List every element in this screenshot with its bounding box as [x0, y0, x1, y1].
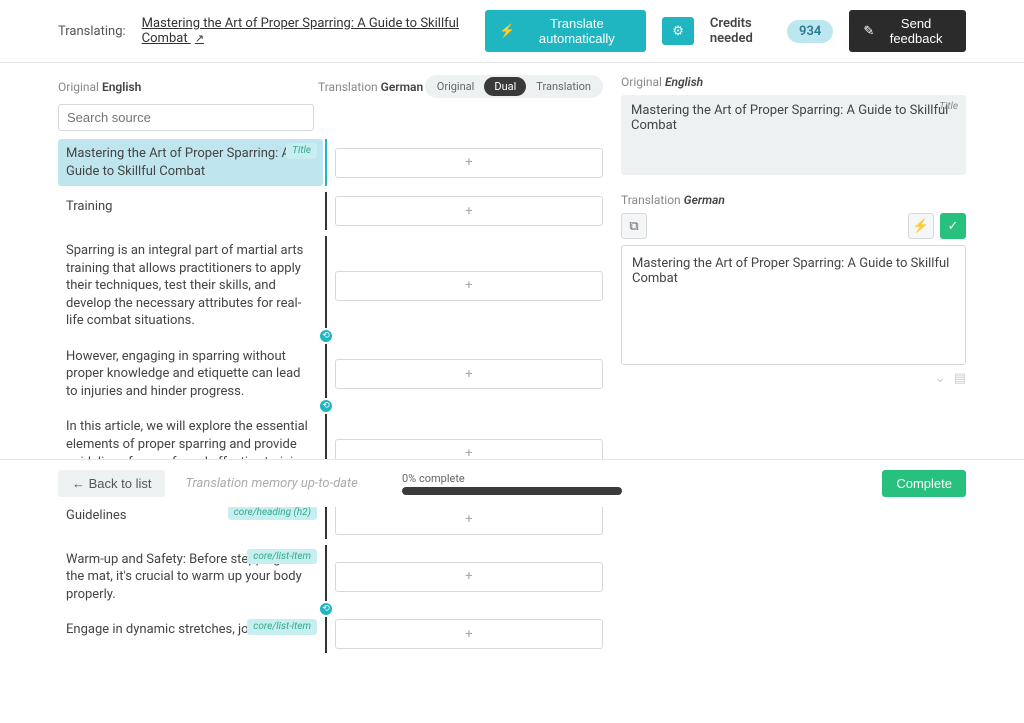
document-title-link[interactable]: Mastering the Art of Proper Sparring: A … — [142, 16, 470, 46]
bolt-icon: ⚡ — [499, 23, 515, 39]
detail-translation-area: Translation German ⧉ ⚡ ✓ Mastering the A… — [621, 193, 966, 386]
target-input[interactable]: + — [335, 505, 603, 535]
target-cell: + — [329, 545, 603, 610]
target-input[interactable]: + — [335, 148, 603, 178]
target-cell: + — [329, 342, 603, 407]
credits-label: Credits needed — [710, 16, 777, 46]
segment-row[interactable]: However, engaging in sparring without pr… — [58, 342, 603, 407]
original-header: Original English — [58, 80, 318, 94]
translation-footer-icons: ⌄ ▤ — [621, 371, 966, 386]
segments-list: Mastering the Art of Proper Sparring: A … — [58, 139, 603, 653]
segment-tag: core/list-item — [247, 549, 317, 565]
search-input[interactable] — [58, 104, 314, 131]
view-translation[interactable]: Translation — [526, 77, 601, 96]
target-cell: + — [329, 615, 603, 653]
segment-tag: core/list-item — [247, 619, 317, 635]
translate-automatically-button[interactable]: ⚡ Translate automatically — [485, 10, 646, 52]
target-input[interactable]: + — [335, 562, 603, 592]
progress-indicator: 0% complete — [402, 472, 622, 495]
segment-tag: Title — [286, 143, 317, 159]
copy-source-button[interactable]: ⧉ — [621, 213, 647, 239]
credits-display: Credits needed 934 — [710, 16, 833, 46]
settings-button[interactable]: ⚙ — [662, 17, 694, 45]
target-input[interactable]: + — [335, 271, 603, 301]
auto-translate-segment-button[interactable]: ⚡ — [908, 213, 934, 239]
source-cell[interactable]: However, engaging in sparring without pr… — [58, 342, 323, 407]
column-divider — [323, 139, 329, 186]
complete-button[interactable]: Complete — [882, 470, 966, 497]
source-text: Guidelines — [66, 508, 127, 523]
source-cell[interactable]: Training — [58, 192, 323, 230]
target-cell: + — [329, 192, 603, 230]
source-cell[interactable]: Engage in dynamic stretches, jointcore/l… — [58, 615, 323, 653]
send-feedback-button[interactable]: ✎ Send feedback — [849, 10, 966, 52]
column-divider: ⟲ — [323, 236, 329, 336]
source-text: Mastering the Art of Proper Sparring: A … — [66, 146, 290, 179]
segment-row[interactable]: Warm-up and Safety: Before stepping onto… — [58, 545, 603, 610]
segment-row[interactable]: Sparring is an integral part of martial … — [58, 236, 603, 336]
bolt-icon: ⚡ — [913, 219, 929, 234]
detail-original-header: Original English — [621, 75, 966, 89]
segment-row[interactable]: Training + — [58, 192, 603, 230]
target-input[interactable]: + — [335, 359, 603, 389]
view-toggle: Original Dual Translation — [425, 75, 603, 98]
copy-icon: ⧉ — [629, 219, 638, 234]
translating-label: Translating: — [58, 24, 126, 39]
column-divider — [323, 615, 329, 653]
target-cell: + — [329, 236, 603, 336]
bottom-bar: ← Back to list Translation memory up-to-… — [0, 459, 1024, 507]
translation-memory-status: Translation memory up-to-date — [185, 476, 357, 491]
detail-original-tag: Title — [939, 101, 958, 112]
source-cell[interactable]: Warm-up and Safety: Before stepping onto… — [58, 545, 323, 610]
column-divider — [323, 192, 329, 230]
right-panel: Original English Mastering the Art of Pr… — [621, 75, 966, 653]
translation-toolbar: ⧉ ⚡ ✓ — [621, 213, 966, 239]
view-original[interactable]: Original — [427, 77, 485, 96]
detail-translation-header: Translation German — [621, 193, 966, 207]
top-bar: Translating: Mastering the Art of Proper… — [0, 0, 1024, 63]
column-divider: ⟲ — [323, 342, 329, 407]
pencil-icon: ✎ — [863, 23, 874, 39]
target-cell: + — [329, 139, 603, 186]
left-panel: Original English Translation German Orig… — [58, 75, 603, 653]
main-area: Original English Translation German Orig… — [0, 63, 1024, 723]
external-link-icon: ↗ — [195, 32, 204, 45]
source-text: Training — [66, 199, 112, 214]
check-icon: ✓ — [948, 219, 959, 234]
target-input[interactable]: + — [335, 619, 603, 649]
chevron-down-icon[interactable]: ⌄ — [935, 371, 946, 386]
detail-original-text: Mastering the Art of Proper Sparring: A … — [621, 95, 966, 175]
source-cell[interactable]: Mastering the Art of Proper Sparring: A … — [58, 139, 323, 186]
column-divider: ⟲ — [323, 545, 329, 610]
gear-icon: ⚙ — [672, 23, 684, 39]
layout-icon[interactable]: ▤ — [954, 371, 966, 386]
target-input[interactable]: + — [335, 196, 603, 226]
segment-row[interactable]: Mastering the Art of Proper Sparring: A … — [58, 139, 603, 186]
column-headers: Original English Translation German Orig… — [58, 75, 603, 98]
translate-auto-label: Translate automatically — [521, 16, 632, 46]
source-text: Sparring is an integral part of martial … — [66, 243, 303, 328]
link-icon[interactable]: ⟲ — [318, 398, 334, 414]
back-to-list-button[interactable]: ← Back to list — [58, 470, 165, 497]
translation-header: Translation German — [318, 80, 423, 94]
link-icon[interactable]: ⟲ — [318, 328, 334, 344]
confirm-segment-button[interactable]: ✓ — [940, 213, 966, 239]
feedback-label: Send feedback — [880, 16, 952, 46]
link-icon[interactable]: ⟲ — [318, 601, 334, 617]
document-title-text: Mastering the Art of Proper Sparring: A … — [142, 16, 459, 46]
progress-bar — [402, 487, 622, 495]
view-dual[interactable]: Dual — [484, 77, 526, 96]
source-text: However, engaging in sparring without pr… — [66, 349, 301, 399]
progress-label: 0% complete — [402, 472, 622, 485]
source-text: Engage in dynamic stretches, joint — [66, 622, 263, 637]
translation-editor[interactable]: Mastering the Art of Proper Sparring: A … — [621, 245, 966, 365]
source-cell[interactable]: Sparring is an integral part of martial … — [58, 236, 323, 336]
credits-badge: 934 — [787, 20, 833, 43]
segment-row[interactable]: Engage in dynamic stretches, jointcore/l… — [58, 615, 603, 653]
